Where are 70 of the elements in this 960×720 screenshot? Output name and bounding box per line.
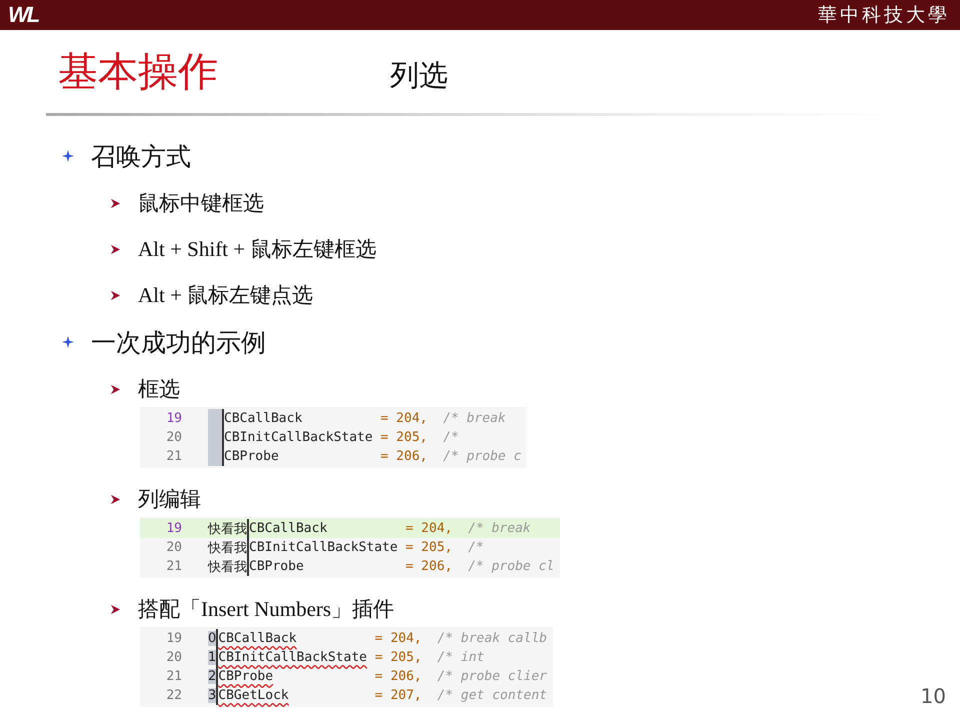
code-comment: /* probe cl xyxy=(468,559,554,574)
code-text: = 204, xyxy=(406,521,454,536)
code-text: = 206, xyxy=(406,559,454,574)
university-name: 華中科技大學 xyxy=(818,3,950,28)
sub-bullet-text: 鼠标中键框选 xyxy=(138,190,264,217)
page-number: 10 xyxy=(920,684,946,708)
code-text: CBInitCallBackState xyxy=(249,540,399,555)
code-text: 1 xyxy=(208,650,216,665)
code-comment: /* break callb xyxy=(437,631,547,646)
code-text: 快看我 xyxy=(208,540,247,556)
slide-title: 基本操作 xyxy=(58,48,219,97)
line-number: 20 xyxy=(165,540,183,555)
code-comment: /* break xyxy=(443,411,506,426)
code-text: CBProbe xyxy=(249,559,305,574)
bullet-text: 召唤方式 xyxy=(91,140,191,172)
arrow-bullet-icon xyxy=(110,384,121,394)
sub-bullet-text: Alt + 鼠标左键点选 xyxy=(138,282,314,309)
arrow-bullet-icon xyxy=(110,290,121,300)
code-text: CBGetLock xyxy=(218,688,290,703)
line-number: 19 xyxy=(165,411,183,426)
line-number: 22 xyxy=(165,688,183,703)
code-text: CBInitCallBackState xyxy=(218,650,368,665)
code-text: = 206, xyxy=(374,669,423,684)
code-text: = 207, xyxy=(374,688,423,703)
code-comment: /* xyxy=(468,540,484,555)
code-text: = 205, xyxy=(380,430,428,445)
code-text: 快看我 xyxy=(208,520,247,538)
code-text: CBCallBack xyxy=(224,411,304,426)
code-comment: /* int xyxy=(437,650,484,665)
code-text: = 206, xyxy=(380,449,428,464)
slide-subtitle: 列选 xyxy=(390,57,448,94)
arrow-bullet-icon xyxy=(110,604,121,614)
code-comment: /* probe c xyxy=(443,449,522,464)
sub-bullet-text: Alt + Shift + 鼠标左键框选 xyxy=(138,236,376,263)
sub-bullet-text: 搭配「Insert Numbers」插件 xyxy=(138,596,394,623)
line-number: 19 xyxy=(165,631,183,646)
line-number: 21 xyxy=(165,559,183,574)
logo: WL xyxy=(8,2,38,28)
code-text: 0 xyxy=(208,631,216,646)
code-text: = 204, xyxy=(374,631,423,646)
code-comment: /* break xyxy=(468,521,531,536)
code-text: 快看我 xyxy=(208,558,247,576)
arrow-bullet-icon xyxy=(110,244,121,254)
star-bullet-icon xyxy=(62,336,74,348)
line-number: 21 xyxy=(165,449,183,464)
sub-bullet-text: 列编辑 xyxy=(138,486,201,513)
sub-bullet-text: 框选 xyxy=(138,376,180,403)
code-text: CBCallBack xyxy=(249,521,328,536)
line-number: 21 xyxy=(165,669,183,684)
code-text: 3 xyxy=(208,688,216,703)
code-comment: /* get content xyxy=(437,688,547,703)
star-bullet-icon xyxy=(62,150,74,162)
line-number: 19 xyxy=(165,521,183,536)
block-selection xyxy=(208,409,222,428)
code-comment: /* xyxy=(443,430,459,445)
code-text: = 205, xyxy=(374,650,423,665)
code-text: CBProbe xyxy=(224,449,280,464)
arrow-bullet-icon xyxy=(110,198,121,208)
code-text: CBInitCallBackState xyxy=(224,430,374,445)
code-text: CBCallBack xyxy=(218,631,298,646)
line-number: 20 xyxy=(165,650,183,665)
block-selection xyxy=(208,447,222,466)
code-text: CBProbe xyxy=(218,669,274,684)
code-text: = 204, xyxy=(380,411,428,426)
bullet-text: 一次成功的示例 xyxy=(91,326,266,358)
line-number: 20 xyxy=(165,430,183,445)
code-comment: /* probe clier xyxy=(437,669,547,684)
code-text: 2 xyxy=(208,669,216,684)
code-text: = 205, xyxy=(406,540,454,555)
arrow-bullet-icon xyxy=(110,494,121,504)
